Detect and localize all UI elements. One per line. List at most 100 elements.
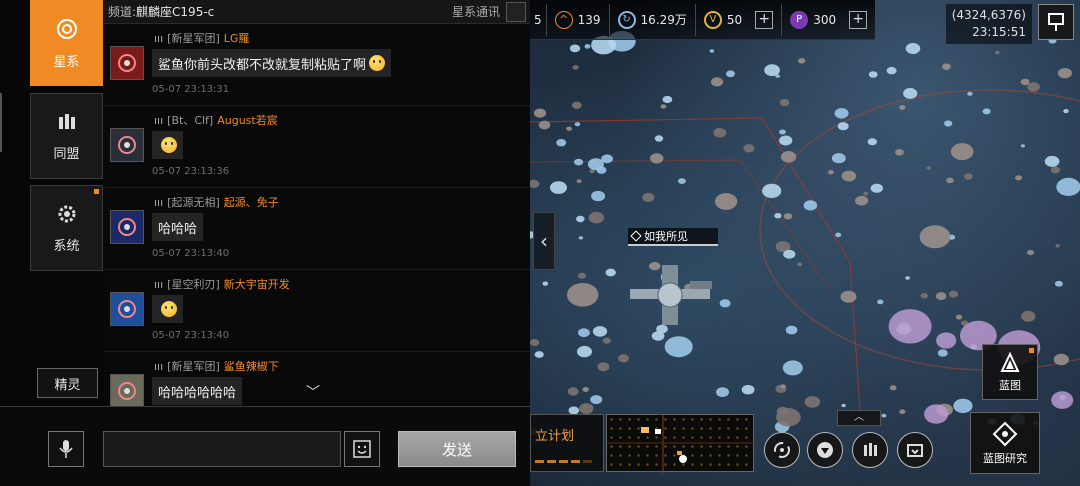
asteroid (591, 190, 606, 202)
asteroid (785, 325, 798, 335)
tab-system[interactable]: 系统 (30, 185, 103, 271)
message-text: 哈哈哈 (158, 221, 198, 237)
asteroid (950, 143, 974, 161)
coordinates-clock[interactable]: (4324,6376) 23:15:51 (945, 4, 1032, 44)
timestamp: 05-07 23:13:36 (152, 166, 230, 177)
message-meta: ııı [起源无相] 起源、免子 (154, 194, 279, 210)
voice-button[interactable] (48, 431, 84, 467)
message-input[interactable] (103, 431, 341, 467)
resource-partial: 5 (530, 3, 547, 36)
channel-switch-icon[interactable] (506, 1, 526, 22)
avatar[interactable] (110, 374, 144, 406)
asteroid (831, 153, 846, 164)
tab-alliance[interactable]: 同盟 (30, 93, 103, 179)
alliance-tag: [Bt、Clf] (167, 114, 214, 127)
clock: 23:15:51 (972, 25, 1026, 39)
avatar[interactable] (110, 210, 144, 244)
emoji-icon (161, 301, 177, 317)
add-resource-4-button[interactable]: + (849, 10, 868, 29)
crystal-asteroid (1051, 391, 1074, 409)
folder-button[interactable] (897, 432, 933, 468)
asteroid (588, 211, 605, 224)
chat-message[interactable]: ııı [星空利刃] 新大宇宙开发 05-07 23:13:40 (104, 270, 530, 352)
chat-message[interactable]: ııı [Bt、Clf] August若宸 05-07 23:13:36 (104, 106, 530, 188)
alliance-emblem-icon (118, 300, 136, 318)
resource-3[interactable]: V 50 + (696, 3, 783, 36)
resource-2-value: 16.29万 (640, 13, 687, 27)
username[interactable]: 鲨鱼辣椒下 (224, 358, 279, 374)
asteroid (566, 126, 572, 131)
avatar[interactable] (110, 46, 144, 80)
chat-side-tabs: 星系 同盟 系统 (0, 0, 104, 410)
message-bubble[interactable]: 哈哈哈 (152, 213, 204, 241)
message-bubble[interactable] (152, 131, 183, 159)
username[interactable]: 起源、免子 (224, 194, 279, 210)
resource-1-value: 139 (577, 12, 601, 27)
message-meta: ııı [新星军团] LG羅 (154, 30, 249, 46)
message-bubble[interactable]: 哈哈哈哈哈哈 (152, 377, 243, 405)
avatar[interactable] (110, 292, 144, 326)
resource-1[interactable]: ^ 139 (547, 3, 610, 36)
emoji-button[interactable] (344, 431, 380, 467)
bottom-hud: ︿ 立计划 (530, 410, 1080, 486)
asteroid (567, 283, 599, 307)
chat-panel: 星系 同盟 系统 精灵 频道:麒麟座C195-c 星系通讯 ııı [新星军团] L… (0, 0, 530, 486)
asteroid (530, 179, 540, 188)
blueprint-button[interactable]: 蓝图 (982, 344, 1038, 400)
blueprint-icon (1000, 351, 1020, 372)
username[interactable]: LG羅 (224, 30, 250, 46)
alliance-icon: ııı (154, 195, 164, 209)
asteroid (841, 170, 857, 182)
galaxy-button[interactable] (764, 432, 800, 468)
fleet-label[interactable]: 如我所见 (628, 228, 718, 246)
asteroid (582, 387, 589, 392)
new-indicator (1029, 348, 1034, 353)
spirit-button[interactable]: 精灵 (37, 368, 98, 398)
asteroid (618, 354, 629, 363)
scroll-down-button[interactable]: ﹀ (306, 382, 320, 402)
chat-message[interactable]: ııı [起源无相] 起源、免子 哈哈哈 05-07 23:13:40 (104, 188, 530, 270)
alliance-icon: ııı (154, 359, 164, 373)
channel-name: 麒麟座C195-c (136, 5, 215, 19)
channel-type-area: 星系通讯 (452, 1, 526, 22)
alliance-button[interactable] (852, 432, 888, 468)
asteroid (1021, 310, 1036, 322)
message-bubble[interactable] (152, 295, 183, 323)
chat-message[interactable]: ııı [新星军团] LG羅 鲨鱼你前头改都不改就复制粘贴了啊 05-07 23:13:… (104, 24, 530, 106)
asteroid (779, 129, 786, 135)
asteroid (779, 98, 790, 107)
download-button[interactable] (807, 432, 843, 468)
message-list[interactable]: ııı [新星军团] LG羅鲨鱼你前头改都不改就复制粘贴了啊 05-07 23:13:… (104, 24, 530, 406)
resource-2[interactable]: ↻ 16.29万 (610, 3, 696, 36)
asteroid (905, 276, 910, 280)
asteroid (534, 351, 544, 358)
map-pin-button[interactable] (1038, 4, 1074, 40)
plan-panel[interactable]: 立计划 (530, 414, 604, 472)
tab-alliance-label: 同盟 (53, 146, 80, 162)
tab-star-system[interactable]: 星系 (30, 0, 103, 86)
avatar[interactable] (110, 128, 144, 162)
username[interactable]: August若宸 (217, 112, 278, 128)
username[interactable]: 新大宇宙开发 (224, 276, 290, 292)
asteroid (919, 225, 951, 249)
asteroid (877, 299, 884, 305)
send-button[interactable]: 发送 (398, 431, 516, 467)
chevron-left-icon: ‹ (540, 229, 548, 253)
asteroid (804, 396, 821, 408)
expand-hud-button[interactable]: ︿ (837, 410, 881, 426)
asteroid (841, 403, 846, 408)
asteroid (571, 101, 582, 110)
resource-4[interactable]: P 300 + (782, 4, 875, 36)
asteroid (920, 293, 928, 299)
asteroid (1027, 249, 1034, 256)
microphone-icon (59, 440, 73, 458)
chat-header: 频道:麒麟座C195-c 星系通讯 (104, 0, 530, 24)
add-resource-3-button[interactable]: + (755, 10, 774, 29)
crystal-asteroid (888, 309, 932, 344)
collapse-chat-button[interactable]: ‹ (533, 212, 555, 270)
asteroid (783, 213, 793, 220)
minimap[interactable] (606, 414, 755, 473)
asteroid (982, 108, 991, 115)
message-bubble[interactable]: 鲨鱼你前头改都不改就复制粘贴了啊 (152, 49, 392, 77)
plan-progress (535, 460, 592, 463)
